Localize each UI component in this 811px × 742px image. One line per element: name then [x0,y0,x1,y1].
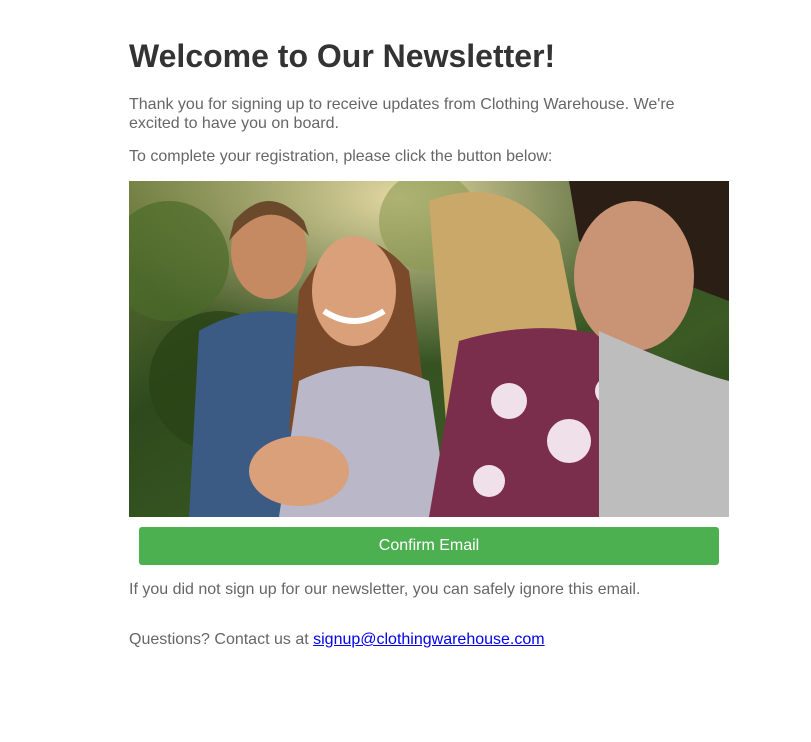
ignore-notice: If you did not sign up for our newslette… [129,581,641,598]
page-title: Welcome to Our Newsletter! [129,38,556,74]
instruction-text: To complete your registration, please cl… [129,148,553,165]
confirm-email-button[interactable]: Confirm Email [139,527,719,565]
contact-email-link[interactable]: signup@clothingwarehouse.com [313,631,544,648]
contact-line: Questions? Contact us at signup@clothing… [129,630,729,649]
hero-image [129,181,729,517]
email-content: Welcome to Our Newsletter! Thank you for… [129,0,729,649]
intro-text: Thank you for signing up to receive upda… [129,96,675,132]
contact-prefix: Questions? Contact us at [129,631,314,648]
